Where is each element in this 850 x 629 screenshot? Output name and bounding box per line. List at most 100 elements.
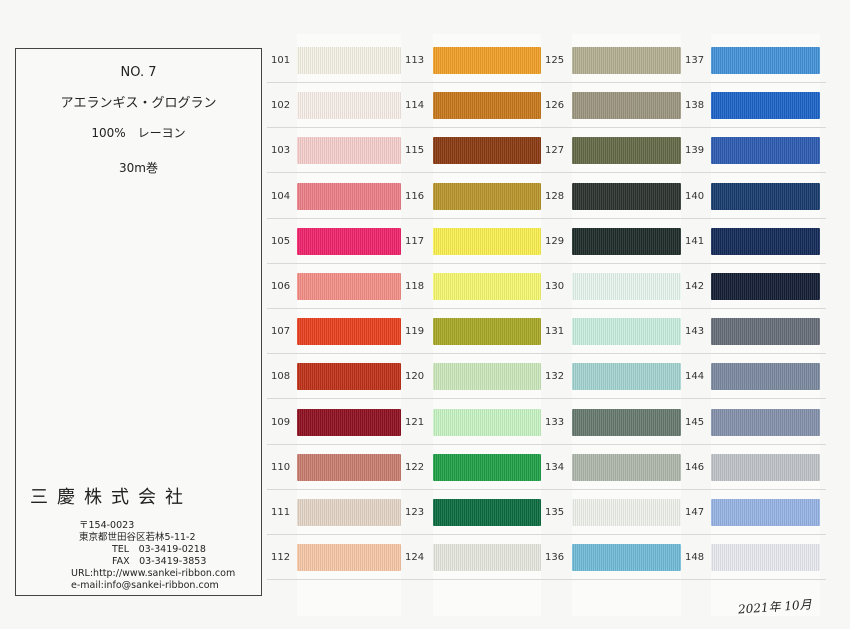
row-divider [267, 398, 407, 400]
color-code: 125 [545, 55, 565, 66]
row-divider [401, 217, 547, 219]
ribbon-swatch [711, 92, 820, 120]
color-code: 124 [405, 552, 425, 564]
row-divider [541, 579, 687, 581]
row-divider [681, 262, 826, 264]
row-divider [681, 443, 826, 445]
color-code: 119 [405, 326, 425, 338]
color-code: 112 [271, 552, 291, 564]
ribbon-swatch [297, 408, 401, 436]
ribbon-swatch [572, 453, 681, 481]
row-divider [267, 579, 407, 581]
card-number: NO. 7 [120, 65, 157, 80]
product-name: アエランギス・グログラン [60, 96, 217, 111]
row-divider [401, 398, 547, 400]
row-divider [541, 398, 687, 400]
color-code: 102 [271, 100, 291, 112]
color-code: 128 [545, 190, 565, 202]
ribbon-swatch [711, 182, 820, 210]
row-divider [401, 308, 547, 309]
color-code: 148 [685, 552, 705, 564]
row-divider [681, 398, 826, 400]
row-divider [267, 308, 407, 309]
color-code: 142 [685, 281, 705, 292]
color-code: 104 [271, 190, 291, 202]
row-divider [541, 82, 687, 83]
row-divider [267, 127, 407, 129]
color-code: 110 [271, 461, 291, 473]
row-divider [681, 488, 826, 490]
row-divider [541, 127, 687, 129]
postal-code: 〒154-0023 [79, 520, 135, 531]
roll-length: 30m巻 [119, 161, 158, 175]
color-code: 136 [545, 552, 565, 564]
color-code: 129 [545, 235, 565, 247]
row-divider [401, 579, 547, 581]
ribbon-swatch [433, 92, 541, 120]
color-code: 107 [271, 326, 291, 338]
color-code: 135 [545, 507, 565, 518]
row-divider [267, 534, 407, 535]
ribbon-swatch [433, 182, 541, 210]
ribbon-swatch [433, 273, 541, 300]
ribbon-swatch [711, 273, 820, 300]
ribbon-swatch [711, 227, 820, 255]
row-divider [401, 534, 547, 535]
ribbon-swatch [572, 363, 681, 391]
ribbon-swatch [572, 182, 681, 210]
ribbon-swatch [433, 137, 541, 165]
ribbon-swatch [572, 137, 681, 165]
row-divider [401, 172, 547, 174]
color-code: 132 [545, 371, 565, 383]
ribbon-swatch [433, 227, 541, 255]
row-divider [267, 262, 407, 264]
ribbon-swatch [711, 318, 820, 346]
ribbon-swatch [297, 273, 401, 300]
ribbon-swatch [297, 227, 401, 255]
color-code: 118 [405, 281, 425, 292]
ribbon-swatch [711, 544, 820, 572]
row-divider [681, 579, 826, 581]
row-divider [681, 172, 826, 174]
color-code: 120 [405, 371, 425, 383]
color-code: 101 [271, 55, 291, 66]
ribbon-swatch [572, 47, 681, 74]
ribbon-swatch [572, 408, 681, 436]
ribbon-swatch [572, 499, 681, 526]
row-divider [541, 172, 687, 174]
ribbon-swatch [572, 544, 681, 572]
ribbon-swatch [711, 137, 820, 165]
row-divider [681, 82, 826, 83]
color-code: 144 [685, 371, 705, 383]
ribbon-swatch [297, 363, 401, 391]
ribbon-swatch [572, 92, 681, 120]
row-divider [541, 262, 687, 264]
color-code: 106 [271, 281, 291, 292]
material: 100% レーヨン [91, 126, 186, 140]
color-code: 116 [405, 190, 425, 202]
row-divider [267, 172, 407, 174]
ribbon-swatch [433, 47, 541, 74]
ribbon-swatch [433, 544, 541, 572]
ribbon-swatch [433, 318, 541, 346]
color-code: 109 [271, 416, 291, 428]
row-divider [541, 443, 687, 445]
info-panel: NO. 7 アエランギス・グログラン 100% レーヨン 30m巻 三慶株式会社… [15, 48, 262, 596]
ribbon-swatch [711, 453, 820, 481]
website-url: URL:http://www.sankei-ribbon.com [71, 568, 236, 579]
ribbon-swatch [297, 453, 401, 481]
row-divider [541, 308, 687, 309]
color-code: 122 [405, 461, 425, 473]
color-code: 103 [271, 145, 291, 157]
row-divider [267, 82, 407, 83]
row-divider [401, 443, 547, 445]
row-divider [681, 127, 826, 129]
ribbon-swatch [297, 182, 401, 210]
color-code: 133 [545, 416, 565, 428]
ribbon-swatch [572, 273, 681, 300]
row-divider [401, 82, 547, 83]
ribbon-swatch [297, 137, 401, 165]
row-divider [681, 308, 826, 309]
color-code: 137 [685, 55, 705, 66]
row-divider [401, 353, 547, 355]
